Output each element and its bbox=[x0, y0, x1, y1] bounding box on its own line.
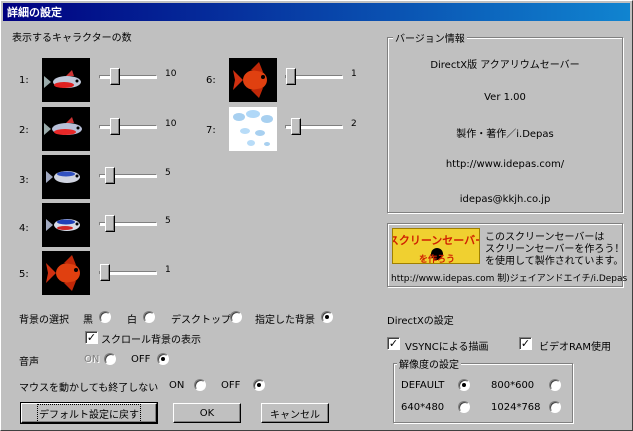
bubbles-thumbnail-7 bbox=[229, 107, 277, 151]
char-2-slider[interactable] bbox=[99, 117, 157, 135]
background-label: 背景の選択 bbox=[19, 315, 69, 326]
vsync-label: VSYNCによる描画 bbox=[405, 342, 489, 353]
mouse-off-radio[interactable] bbox=[253, 379, 265, 391]
char-index-1: 1: bbox=[19, 75, 29, 86]
char-5-slider[interactable] bbox=[99, 263, 157, 281]
bg-option-white-label: 白 bbox=[127, 315, 137, 326]
char-7-slider[interactable] bbox=[285, 117, 343, 135]
character-count-heading: 表示するキャラクターの数 bbox=[12, 33, 132, 44]
bg-option-desktop-label: デスクトップ bbox=[171, 315, 231, 326]
res-800-radio[interactable] bbox=[549, 379, 561, 391]
char-index-3: 3: bbox=[19, 175, 29, 186]
bg-custom-radio[interactable] bbox=[321, 311, 333, 323]
res-default-label: DEFAULT bbox=[401, 380, 445, 391]
sound-on-label: ON bbox=[84, 354, 100, 365]
reset-defaults-button[interactable]: デフォルト設定に戻す bbox=[20, 402, 158, 424]
res-640-label: 640*480 bbox=[401, 402, 445, 413]
fish-thumbnail-5 bbox=[42, 251, 90, 295]
char-7-count: 2 bbox=[351, 119, 357, 129]
char-3-count: 5 bbox=[165, 168, 171, 178]
videoram-checkbox[interactable]: ✓ bbox=[519, 337, 532, 350]
char-index-7: 7: bbox=[206, 125, 216, 136]
char-3-slider[interactable] bbox=[99, 166, 157, 184]
product-name: DirectX版 アクアリウムセーバー bbox=[430, 60, 580, 71]
sound-on-radio[interactable] bbox=[104, 353, 116, 365]
promo-line-3: を使用して製作されています。 bbox=[485, 256, 624, 267]
fish-thumbnail-4 bbox=[42, 203, 90, 247]
char-4-count: 5 bbox=[165, 216, 171, 226]
svg-text:スクリーンセーバー: スクリーンセーバー bbox=[393, 234, 480, 247]
sound-off-radio[interactable] bbox=[157, 353, 169, 365]
resolution-group bbox=[393, 363, 573, 423]
res-1024-radio[interactable] bbox=[549, 401, 561, 413]
screensaver-maker-logo: スクリーンセーバー を作ろう bbox=[392, 228, 480, 264]
directx-label: DirectXの設定 bbox=[387, 316, 454, 327]
version-number: Ver 1.00 bbox=[484, 92, 526, 103]
cancel-label: キャンセル bbox=[270, 409, 320, 421]
mouse-off-label: OFF bbox=[221, 380, 241, 391]
res-800-label: 800*600 bbox=[491, 380, 535, 391]
fish-thumbnail-2 bbox=[42, 107, 90, 151]
char-4-slider[interactable] bbox=[99, 214, 157, 232]
window-title: 詳細の設定 bbox=[7, 6, 62, 19]
fish-thumbnail-1 bbox=[42, 58, 90, 102]
sound-off-label: OFF bbox=[131, 354, 151, 365]
author-credit: 製作・著作／i.Depas bbox=[456, 129, 554, 140]
resolution-group-title: 解像度の設定 bbox=[397, 356, 461, 371]
mouse-on-radio[interactable] bbox=[194, 379, 206, 391]
mouse-label: マウスを動かしても終了しない bbox=[19, 383, 159, 394]
email-address: idepas@kkjh.co.jp bbox=[459, 194, 551, 205]
char-index-4: 4: bbox=[19, 223, 29, 234]
fish-thumbnail-6 bbox=[229, 58, 277, 102]
char-index-5: 5: bbox=[19, 269, 29, 280]
ok-button[interactable]: OK bbox=[173, 403, 241, 423]
char-index-2: 2: bbox=[19, 125, 29, 136]
char-6-slider[interactable] bbox=[285, 67, 343, 85]
char-5-count: 1 bbox=[165, 265, 171, 275]
ok-label: OK bbox=[199, 407, 215, 419]
cancel-button[interactable]: キャンセル bbox=[261, 403, 329, 423]
res-default-radio[interactable] bbox=[458, 379, 470, 391]
char-2-count: 10 bbox=[165, 119, 177, 129]
char-1-count: 10 bbox=[165, 69, 177, 79]
char-6-count: 1 bbox=[351, 69, 357, 79]
bg-option-custom-label: 指定した背景 bbox=[255, 315, 315, 326]
char-index-6: 6: bbox=[206, 75, 216, 86]
sound-label: 音声 bbox=[19, 357, 39, 368]
fish-thumbnail-3 bbox=[42, 155, 90, 199]
mouse-on-label: ON bbox=[169, 380, 185, 391]
scroll-background-label: スクロール背景の表示 bbox=[101, 335, 201, 346]
version-group-title: バージョン情報 bbox=[393, 30, 467, 45]
settings-dialog: 詳細の設定 表示するキャラクターの数 1: 10 2: 10 3: 5 4: 5… bbox=[0, 0, 633, 431]
svg-text:を作ろう: を作ろう bbox=[419, 253, 455, 264]
res-640-radio[interactable] bbox=[458, 401, 470, 413]
title-bar: 詳細の設定 bbox=[3, 3, 630, 21]
promo-footer: http://www.idepas.com 制)ジェイアンドエイチ/i.Depa… bbox=[391, 274, 628, 284]
res-1024-label: 1024*768 bbox=[491, 402, 541, 413]
scroll-background-checkbox[interactable]: ✓ bbox=[85, 331, 98, 344]
bg-black-radio[interactable] bbox=[99, 311, 111, 323]
bg-desktop-radio[interactable] bbox=[230, 311, 242, 323]
reset-defaults-label: デフォルト設定に戻す bbox=[37, 403, 141, 423]
videoram-label: ビデオRAM使用 bbox=[539, 342, 612, 353]
vsync-checkbox[interactable]: ✓ bbox=[387, 337, 400, 350]
char-1-slider[interactable] bbox=[99, 67, 157, 85]
bg-option-black-label: 黒 bbox=[83, 315, 93, 326]
bg-white-radio[interactable] bbox=[143, 311, 155, 323]
homepage-url: http://www.idepas.com/ bbox=[445, 159, 565, 170]
